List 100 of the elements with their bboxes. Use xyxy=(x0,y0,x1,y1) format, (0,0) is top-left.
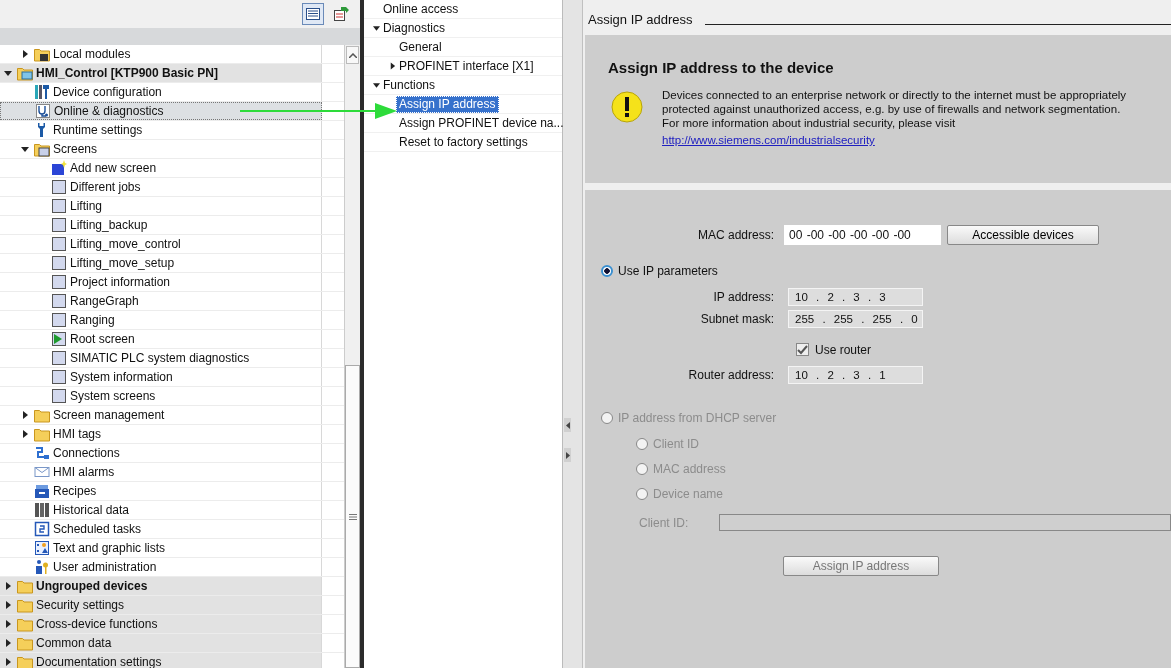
expand-arrow-icon[interactable] xyxy=(4,582,12,590)
new-screen-icon xyxy=(51,160,67,176)
collapse-arrow-icon[interactable] xyxy=(373,81,380,89)
tree-item[interactable]: Different jobs xyxy=(0,178,323,196)
tree-item[interactable]: Ranging xyxy=(0,311,323,329)
screen-icon xyxy=(51,236,67,252)
tree-item[interactable]: Connections xyxy=(0,444,323,462)
security-link[interactable]: http://www.siemens.com/industrialsecurity xyxy=(662,133,875,147)
tree-item[interactable]: Device configuration xyxy=(0,83,323,101)
tree-item[interactable]: Runtime settings xyxy=(0,121,323,139)
tree-item[interactable]: Cross-device functions xyxy=(0,615,323,633)
collapse-arrow-icon[interactable] xyxy=(373,24,380,32)
tree-item[interactable]: Project information xyxy=(0,273,323,291)
nav-item[interactable]: Online access xyxy=(380,0,462,18)
tree-item[interactable]: Add new screen xyxy=(0,159,323,177)
tree-item[interactable]: Root screen xyxy=(0,330,323,348)
table-export-icon xyxy=(333,6,349,22)
accessible-devices-button[interactable]: Accessible devices xyxy=(947,225,1099,245)
tree-item[interactable]: System screens xyxy=(0,387,323,405)
field-label: MAC address: xyxy=(696,228,774,242)
tree-item[interactable]: Text and graphic lists xyxy=(0,539,323,557)
client-id-field[interactable] xyxy=(719,514,1171,531)
more-info-text: For more information about industrial security, please visit xyxy=(662,116,957,130)
screen-icon xyxy=(51,369,67,385)
scrollbar[interactable] xyxy=(344,45,360,668)
tree-item[interactable]: Recipes xyxy=(0,482,323,500)
checkmark-icon xyxy=(797,344,808,355)
expand-arrow-icon[interactable] xyxy=(4,658,12,666)
expand-arrow-icon[interactable] xyxy=(4,601,12,609)
nav-item[interactable]: Functions xyxy=(380,76,439,94)
mac-address-field[interactable]: 00 -00 -00 -00 -00 -00 xyxy=(784,225,941,245)
collapse-arrow-icon[interactable] xyxy=(4,69,12,77)
security-notice: Devices connected to an enterprise network or directly to the internet must be appropriately protected against unauthorized access, e.g. by use of firewalls and network segmentation. xyxy=(662,88,1128,116)
field-label: Router address: xyxy=(687,368,774,382)
tree-item[interactable]: Lifting_backup xyxy=(0,216,323,234)
nav-item[interactable]: Reset to factory settings xyxy=(396,133,531,151)
folder-icon xyxy=(17,635,33,651)
tree-item[interactable]: HMI tags xyxy=(0,425,323,443)
info-heading: Assign IP address to the device xyxy=(608,59,835,76)
scroll-up-button[interactable] xyxy=(346,46,359,64)
folder-icon xyxy=(34,426,50,442)
nav-item[interactable]: General xyxy=(396,38,445,56)
screen-icon xyxy=(51,217,67,233)
section-title: Assign IP address xyxy=(588,12,693,27)
scrollbar-thumb[interactable] xyxy=(345,365,360,668)
nav-item[interactable]: PROFINET interface [X1] xyxy=(396,57,537,75)
tree-item[interactable]: Security settings xyxy=(0,596,323,614)
nav-item[interactable]: Assign IP address xyxy=(396,95,499,113)
calendar-icon xyxy=(34,521,50,537)
tree-item[interactable]: Screen management xyxy=(0,406,323,424)
folder-icon xyxy=(17,578,33,594)
use-router-checkbox[interactable]: Use router xyxy=(796,340,872,359)
nav-item[interactable]: Assign PROFINET device na... xyxy=(396,114,567,132)
expand-right-button[interactable] xyxy=(564,448,571,462)
tree-item[interactable]: Lifting xyxy=(0,197,323,215)
user-key-icon xyxy=(34,559,50,575)
folder-icon xyxy=(34,407,50,423)
tree-item[interactable]: Common data xyxy=(0,634,323,652)
expand-arrow-icon[interactable] xyxy=(21,411,29,419)
radio-option[interactable]: Use IP parameters xyxy=(601,261,718,280)
collapse-left-button[interactable] xyxy=(564,418,571,432)
tree-item[interactable]: System information xyxy=(0,368,323,386)
tree-item[interactable]: Ungrouped devices xyxy=(0,577,323,595)
nav-item[interactable]: Diagnostics xyxy=(380,19,449,37)
screen-icon xyxy=(51,274,67,290)
folder-icon xyxy=(34,141,50,157)
tree-item[interactable]: HMI_Control [KTP900 Basic PN] xyxy=(0,64,323,82)
archive-icon xyxy=(34,502,50,518)
tree-item[interactable]: Online & diagnostics xyxy=(0,102,323,120)
field-label: IP address: xyxy=(712,290,774,304)
collapse-arrow-icon[interactable] xyxy=(21,145,29,153)
tree-item[interactable]: RangeGraph xyxy=(0,292,323,310)
tree-item[interactable]: Screens xyxy=(0,140,323,158)
stethoscope-icon xyxy=(35,103,51,119)
expand-arrow-icon[interactable] xyxy=(389,62,396,70)
ip-field[interactable]: 255 . 255 . 255 . 0 xyxy=(788,310,923,328)
folder-icon xyxy=(17,616,33,632)
tree-item[interactable]: Lifting_move_setup xyxy=(0,254,323,272)
tree-item[interactable]: Local modules xyxy=(0,45,323,63)
folder-icon xyxy=(17,65,33,81)
play-screen-icon xyxy=(51,331,67,347)
table-view-button[interactable] xyxy=(302,3,324,25)
warning-icon xyxy=(611,91,643,123)
expand-arrow-icon[interactable] xyxy=(21,430,29,438)
ip-field[interactable]: 10 . 2 . 3 . 3 xyxy=(788,288,923,306)
tree-item[interactable]: HMI alarms xyxy=(0,463,323,481)
tree-item[interactable]: SIMATIC PLC system diagnostics xyxy=(0,349,323,367)
tree-item[interactable]: Historical data xyxy=(0,501,323,519)
tree-item[interactable]: Documentation settings xyxy=(0,653,323,668)
expand-arrow-icon[interactable] xyxy=(4,639,12,647)
tree-item[interactable]: Scheduled tasks xyxy=(0,520,323,538)
expand-arrow-icon[interactable] xyxy=(21,50,29,58)
envelope-icon xyxy=(34,464,50,480)
expand-arrow-icon[interactable] xyxy=(4,620,12,628)
tree-item[interactable]: Lifting_move_control xyxy=(0,235,323,253)
recipe-box-icon xyxy=(34,483,50,499)
screen-icon xyxy=(51,312,67,328)
chevron-up-icon xyxy=(348,52,357,58)
ip-field[interactable]: 10 . 2 . 3 . 1 xyxy=(788,366,923,384)
tree-item[interactable]: User administration xyxy=(0,558,323,576)
